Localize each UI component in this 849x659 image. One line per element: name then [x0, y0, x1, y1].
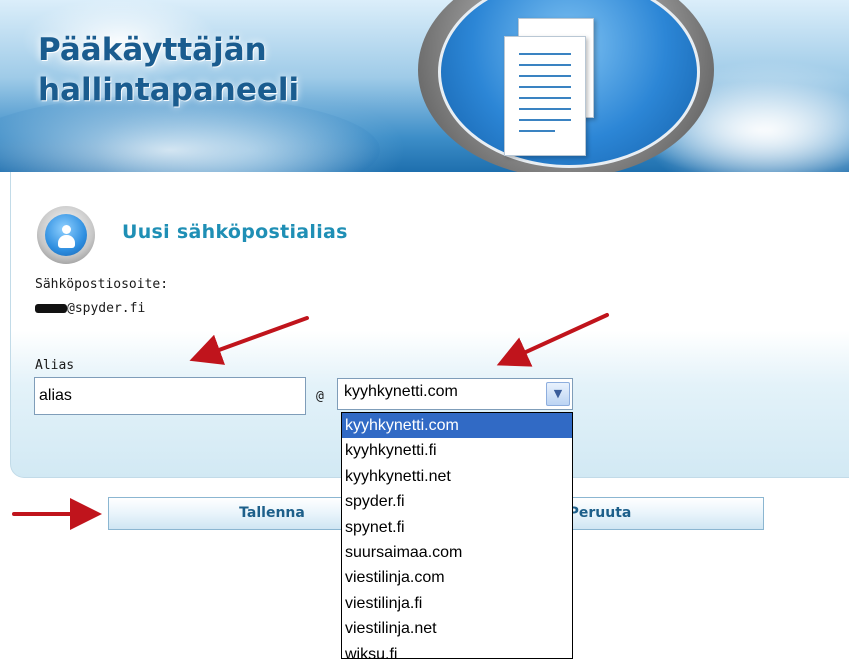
email-address: @spyder.fi — [35, 301, 145, 316]
dropdown-option[interactable]: viestilinja.net — [342, 616, 572, 641]
at-sign: @ — [316, 389, 324, 404]
page-title: Pääkäyttäjän hallintapaneeli — [38, 30, 358, 110]
email-label: Sähköpostiosoite: — [35, 277, 169, 292]
redacted-username — [35, 304, 67, 313]
alias-input[interactable] — [34, 377, 306, 415]
page-title-line-1: Pääkäyttäjän — [38, 32, 267, 68]
dropdown-option[interactable]: viestilinja.com — [342, 565, 572, 590]
dropdown-option[interactable]: viestilinja.fi — [342, 591, 572, 616]
dropdown-option[interactable]: spyder.fi — [342, 489, 572, 514]
section-title: Uusi sähköpostialias — [122, 221, 348, 243]
user-info-icon — [37, 206, 95, 264]
dropdown-option[interactable]: spynet.fi — [342, 515, 572, 540]
dropdown-option[interactable]: suursaimaa.com — [342, 540, 572, 565]
alias-label: Alias — [35, 358, 75, 373]
header-banner: Pääkäyttäjän hallintapaneeli — [0, 0, 849, 172]
document-page — [504, 36, 586, 156]
domain-select[interactable]: kyyhkynetti.com ▼ — [337, 378, 573, 410]
dropdown-option[interactable]: wiksu.fi — [342, 642, 572, 658]
chevron-down-icon[interactable]: ▼ — [546, 382, 570, 406]
dropdown-option[interactable]: kyyhkynetti.net — [342, 464, 572, 489]
domain-select-value: kyyhkynetti.com — [344, 383, 458, 400]
page-title-line-2: hallintapaneeli — [38, 72, 300, 108]
email-domain: @spyder.fi — [67, 301, 146, 316]
dropdown-option[interactable]: kyyhkynetti.com — [342, 413, 572, 439]
domain-dropdown-list[interactable]: kyyhkynetti.com kyyhkynetti.fi kyyhkynet… — [341, 412, 573, 659]
dropdown-option[interactable]: kyyhkynetti.fi — [342, 438, 572, 463]
